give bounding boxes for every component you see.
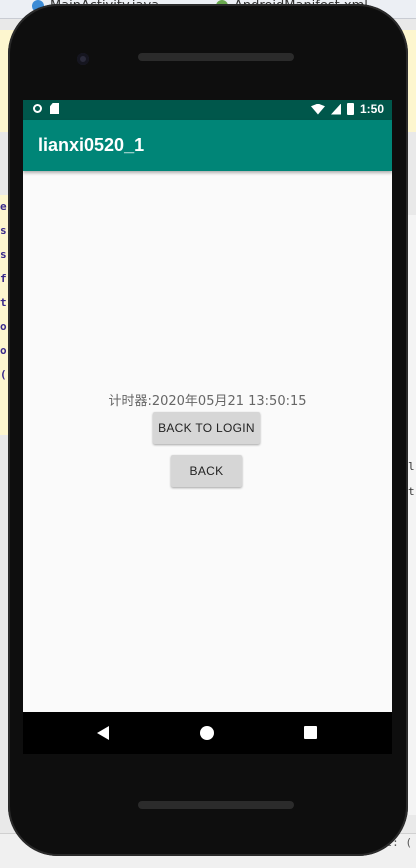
status-bar: 1:50 [23,100,392,120]
sync-status-icon [33,104,42,113]
square-recents-icon[interactable] [304,726,317,739]
triangle-back-icon[interactable] [97,726,109,740]
back-to-login-button[interactable]: BACK TO LOGIN [153,412,260,444]
front-camera-icon [77,53,89,65]
bottom-speaker [138,801,294,809]
earpiece-speaker [138,53,294,61]
app-bar: lianxi0520_1 [23,120,392,171]
app-title: lianxi0520_1 [38,135,145,155]
ide-right-code-fragment: l t [408,215,416,815]
timer-text: 计时器:2020年05月21 13:50:15 [108,394,307,409]
cell-signal-icon [330,103,341,115]
device-screen: 1:50 lianxi0520_1 计时器:2020年05月21 13:50:1… [23,100,392,712]
status-time: 1:50 [359,102,384,116]
battery-icon [346,103,354,115]
sd-card-icon [50,103,59,114]
circle-home-icon[interactable] [200,726,214,740]
navigation-bar [23,712,392,754]
back-button[interactable]: BACK [171,455,242,487]
code-char: t [408,485,415,498]
wifi-icon [310,103,325,115]
code-char: l [408,460,415,473]
